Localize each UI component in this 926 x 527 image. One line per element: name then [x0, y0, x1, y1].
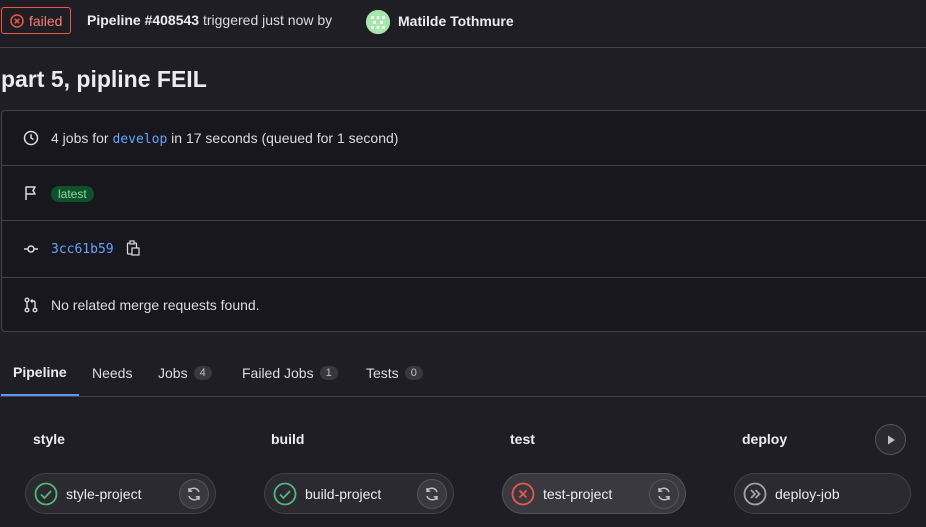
- merge-requests-text: No related merge requests found.: [51, 297, 260, 313]
- commit-row: 3cc61b59: [2, 221, 926, 278]
- pipeline-page: failed Pipeline #408543 triggered just n…: [0, 0, 926, 527]
- branch-link[interactable]: develop: [112, 132, 167, 147]
- author-link[interactable]: Matilde Tothmure: [398, 13, 514, 29]
- jobs-summary-row: 4 jobs for develop in 17 seconds (queued…: [2, 111, 926, 166]
- stage-title-deploy: deploy: [742, 431, 788, 447]
- tab-failed-jobs-label: Failed Jobs: [242, 365, 314, 381]
- success-icon: [34, 482, 58, 506]
- merge-requests-row: No related merge requests found.: [2, 278, 926, 332]
- avatar-identicon: [366, 10, 390, 34]
- tab-tests[interactable]: Tests 0: [354, 349, 435, 397]
- job-style-project[interactable]: style-project: [25, 473, 216, 514]
- pipeline-tabs: Pipeline Needs Jobs 4 Failed Jobs 1 Test…: [0, 349, 926, 397]
- success-icon: [273, 482, 297, 506]
- tab-jobs[interactable]: Jobs 4: [146, 349, 224, 397]
- commit-sha-link[interactable]: 3cc61b59: [51, 242, 114, 257]
- job-name: deploy-job: [775, 486, 840, 502]
- pipeline-summary: Pipeline #408543 triggered just now by: [87, 12, 332, 28]
- copy-sha-icon[interactable]: [126, 239, 140, 259]
- failed-icon: [511, 482, 535, 506]
- play-icon: [887, 435, 895, 444]
- retry-button[interactable]: [417, 479, 447, 509]
- tab-jobs-count: 4: [193, 366, 212, 380]
- status-badge[interactable]: failed: [1, 7, 72, 34]
- retry-button[interactable]: [179, 479, 209, 509]
- status-label: failed: [29, 12, 63, 29]
- pipeline-info-card: 4 jobs for develop in 17 seconds (queued…: [1, 110, 926, 332]
- pipeline-id: Pipeline #408543: [87, 12, 200, 28]
- tab-failed-jobs-count: 1: [319, 366, 338, 380]
- latest-badge: latest: [51, 185, 94, 202]
- retry-button[interactable]: [649, 479, 679, 509]
- clock-icon: [22, 129, 40, 147]
- avatar[interactable]: [366, 10, 390, 34]
- page-title: part 5, pipline FEIL: [1, 66, 207, 92]
- play-deploy-button[interactable]: [875, 424, 906, 455]
- job-name: style-project: [66, 486, 142, 502]
- pipeline-header: failed Pipeline #408543 triggered just n…: [0, 0, 926, 48]
- stage-title-test: test: [510, 431, 535, 447]
- skipped-icon: [743, 482, 767, 506]
- tab-tests-count: 0: [404, 366, 423, 380]
- stage-title-style: style: [33, 431, 65, 447]
- stage-title-build: build: [271, 431, 305, 447]
- job-name: build-project: [305, 486, 382, 502]
- tab-jobs-label: Jobs: [158, 365, 188, 381]
- tab-pipeline-label: Pipeline: [13, 363, 67, 380]
- tab-pipeline[interactable]: Pipeline: [1, 349, 79, 396]
- job-deploy-job[interactable]: deploy-job: [734, 473, 911, 514]
- jobs-prefix: 4 jobs for: [51, 129, 109, 146]
- jobs-suffix: in 17 seconds (queued for 1 second): [171, 129, 399, 146]
- tab-tests-label: Tests: [366, 365, 399, 381]
- tab-needs[interactable]: Needs: [80, 349, 144, 397]
- tab-failed-jobs[interactable]: Failed Jobs 1: [230, 349, 350, 397]
- job-build-project[interactable]: build-project: [264, 473, 454, 514]
- flag-icon: [22, 184, 40, 202]
- tag-row: latest: [2, 166, 926, 221]
- job-test-project[interactable]: test-project: [502, 473, 686, 514]
- failed-icon: [10, 13, 24, 28]
- job-name: test-project: [543, 486, 613, 502]
- trigger-text: triggered just now by: [202, 12, 333, 28]
- commit-icon: [22, 240, 40, 258]
- retry-icon: [188, 487, 200, 501]
- merge-request-icon: [22, 296, 40, 314]
- tab-needs-label: Needs: [92, 365, 133, 381]
- retry-icon: [658, 487, 670, 501]
- retry-icon: [426, 487, 438, 501]
